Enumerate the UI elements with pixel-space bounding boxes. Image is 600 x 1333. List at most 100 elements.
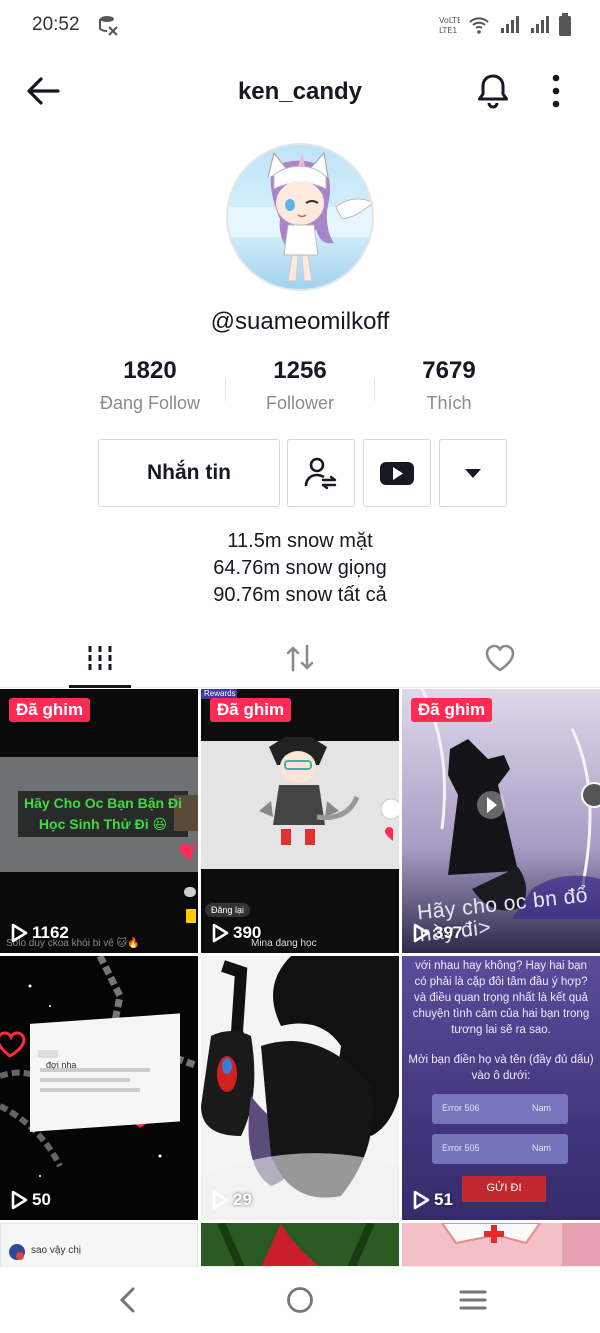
replay-chip: Đăng lại	[205, 903, 251, 917]
profile-header: ken_candy	[0, 60, 600, 122]
pinned-badge: Đã ghim	[411, 698, 493, 722]
battery-icon	[558, 13, 572, 42]
nav-recents-button[interactable]	[453, 1283, 493, 1317]
caret-down-icon	[465, 469, 481, 478]
play-icon	[413, 923, 430, 943]
profile-stats: 1820 Đang Follow 1256 Follower 7679 Thíc…	[0, 357, 600, 427]
nav-back-button[interactable]	[107, 1283, 147, 1317]
view-count-value: 51	[434, 1190, 453, 1209]
data-saver-icon	[98, 14, 120, 36]
play-icon	[11, 923, 28, 943]
view-count-value: 397	[434, 923, 463, 942]
grid-icon	[88, 646, 112, 670]
nav-home-button[interactable]	[280, 1283, 320, 1317]
commenter-avatar-icon	[9, 1244, 25, 1260]
svg-text:VoLTE: VoLTE	[439, 16, 460, 25]
video-select-1: Nam	[532, 1103, 552, 1113]
video-thumbnail[interactable]: 29	[201, 956, 399, 1220]
stat-likes-value: 7679	[422, 357, 476, 384]
tab-videos[interactable]	[0, 628, 200, 688]
signal-1-icon	[498, 14, 520, 41]
avatar[interactable]	[226, 143, 374, 291]
video-thumbnail[interactable]	[402, 1223, 600, 1268]
follow-toggle-button[interactable]	[287, 439, 355, 507]
video-thumbnail[interactable]: với nhau hay không? Hay hai bạn có phải …	[402, 956, 600, 1220]
view-count: 1162	[10, 923, 69, 943]
bio-line: 64.76m snow giọng	[213, 557, 387, 579]
youtube-icon	[380, 462, 414, 485]
user-swap-icon	[304, 457, 337, 490]
profile-username: @suameomilkoff	[210, 308, 390, 335]
heart-icon	[485, 644, 515, 672]
video-8-frame	[201, 1223, 399, 1268]
status-icons: VoLTE LTE1	[438, 13, 572, 42]
stat-following-value: 1820	[123, 357, 177, 384]
circle-home-icon	[287, 1287, 313, 1313]
youtube-button[interactable]	[363, 439, 431, 507]
video-field-2: Error 505	[442, 1143, 480, 1153]
video-thumbnail[interactable]: đợi nha 50	[0, 956, 198, 1220]
profile-bio: 11.5m snow mặt 64.76m snow giọng 90.76m …	[0, 528, 600, 609]
view-count-value: 29	[233, 1190, 252, 1209]
tab-liked[interactable]	[400, 628, 600, 688]
view-count: 29	[211, 1190, 252, 1210]
video-submit: GỬI ĐI	[486, 1182, 522, 1194]
avatar-image	[228, 145, 372, 289]
repost-icon	[286, 644, 314, 672]
video-prompt: Mời bạn điền họ và tên (đầy đủ dấu) vào …	[408, 1054, 594, 1082]
view-count-value: 50	[32, 1190, 51, 1209]
stat-likes-label: Thích	[426, 393, 472, 413]
video-4-frame	[0, 956, 198, 1177]
video-5-frame	[201, 956, 399, 1220]
play-icon	[212, 923, 229, 943]
profile-tabs	[0, 628, 600, 688]
more-options-button[interactable]	[546, 74, 566, 108]
bell-icon	[478, 74, 508, 109]
video-thumbnail[interactable]	[201, 1223, 399, 1268]
status-bar: 20:52 VoLTE LTE1	[0, 0, 600, 50]
stat-following-label: Đang Follow	[99, 393, 201, 413]
view-count: 397	[412, 923, 462, 943]
video-thumbnail[interactable]: Hãy cho oc bn đổ này đi> Đã ghim 397	[402, 689, 600, 953]
stat-followers[interactable]: 1256 Follower	[225, 357, 375, 414]
video-inner-name: đợi nha	[46, 1060, 77, 1070]
video-select-2: Nam	[532, 1143, 552, 1153]
view-count: 50	[10, 1190, 51, 1210]
play-icon	[212, 1190, 229, 1210]
video-thumbnail[interactable]: Rewards Đăng lại Mina đang học Đã ghim 3…	[201, 689, 399, 953]
view-count: 390	[211, 923, 261, 943]
wifi-icon	[468, 14, 490, 41]
video-comment: sao vậy chị	[31, 1245, 82, 1256]
view-count-value: 390	[233, 923, 262, 942]
menu-lines-icon	[459, 1290, 487, 1310]
play-icon	[11, 1190, 28, 1210]
system-nav-bar	[0, 1266, 600, 1333]
pinned-badge: Đã ghim	[210, 698, 292, 722]
status-time: 20:52	[32, 14, 80, 35]
pinned-badge: Đã ghim	[9, 698, 91, 722]
play-icon	[413, 1190, 430, 1210]
volte-icon: VoLTE LTE1	[438, 14, 462, 41]
view-count: 51	[412, 1190, 453, 1210]
chevron-left-icon	[119, 1287, 135, 1313]
more-vertical-icon	[552, 74, 560, 108]
stat-followers-value: 1256	[273, 357, 327, 384]
signal-2-icon	[528, 14, 550, 41]
video-overlay-text: với nhau hay không? Hay hai bạn có phải …	[412, 960, 590, 1036]
stat-following[interactable]: 1820 Đang Follow	[75, 357, 225, 414]
video-field-1: Error 506	[442, 1103, 480, 1113]
notification-button[interactable]	[474, 72, 512, 110]
bio-line: 90.76m snow tất cả	[213, 584, 387, 606]
video-overlay-text: Hãy Cho Oc Bạn Bận Đi Học Sinh Thử Đi 😆	[24, 795, 182, 832]
video-9-frame	[402, 1223, 600, 1268]
video-thumbnail[interactable]: Hãy Cho Oc Bạn Bận Đi Học Sinh Thử Đi 😆 …	[0, 689, 198, 953]
view-count-value: 1162	[32, 923, 69, 942]
video-thumbnail[interactable]: sao vậy chị	[0, 1223, 198, 1268]
message-button[interactable]: Nhắn tin	[98, 439, 280, 507]
stat-likes[interactable]: 7679 Thích	[374, 357, 524, 414]
tab-reposts[interactable]	[200, 628, 400, 688]
svg-text:LTE1: LTE1	[439, 26, 457, 35]
more-actions-dropdown[interactable]	[439, 439, 507, 507]
tab-active-indicator	[69, 685, 131, 688]
bio-line: 11.5m snow mặt	[227, 530, 373, 552]
